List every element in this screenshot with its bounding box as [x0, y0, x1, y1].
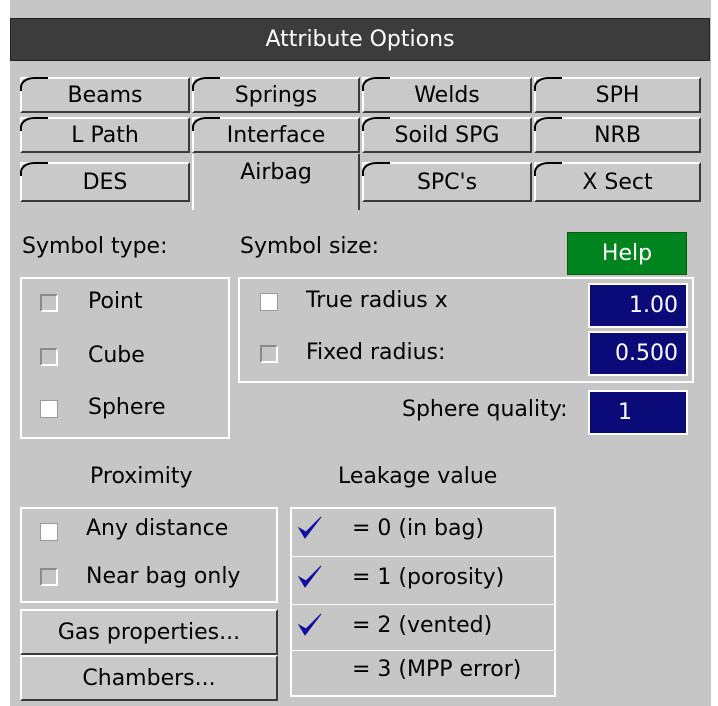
tab-welds[interactable]: Welds	[362, 77, 532, 113]
tab-label: Springs	[234, 82, 318, 108]
tab-soild-spg[interactable]: Soild SPG	[362, 117, 532, 153]
tab-des[interactable]: DES	[20, 162, 190, 202]
tab-fold-icon	[192, 117, 220, 131]
checkmark-icon	[297, 565, 322, 588]
tab-x-sect[interactable]: X Sect	[534, 162, 701, 202]
tab-label: X Sect	[582, 169, 653, 195]
tab-label: Soild SPG	[394, 122, 500, 148]
tab-label: Welds	[414, 82, 480, 108]
tab-fold-icon	[534, 162, 562, 176]
tab-airbag[interactable]: Airbag	[192, 154, 360, 210]
help-label: Help	[601, 241, 653, 266]
point-label: Point	[88, 289, 143, 314]
tab-fold-icon	[534, 117, 562, 131]
leakage-value-label: Leakage value	[338, 464, 498, 489]
help-button[interactable]: Help	[567, 232, 687, 275]
leakage-row-2[interactable]: = 2 (vented)	[292, 604, 556, 644]
leakage-item-label: = 2 (vented)	[352, 613, 493, 638]
tab-fold-icon	[362, 117, 390, 131]
panel-title: Attribute Options	[10, 18, 710, 61]
tab-beams[interactable]: Beams	[20, 77, 190, 113]
tab-fold-icon	[362, 162, 390, 176]
tab-fold-icon	[362, 77, 390, 91]
tab-sph[interactable]: SPH	[534, 77, 701, 113]
fixed-radius-input[interactable]: 0.500	[588, 331, 688, 376]
checkmark-icon	[297, 613, 322, 636]
leakage-row-0[interactable]: = 0 (in bag)	[292, 508, 556, 548]
fixed-radius-checkbox[interactable]	[260, 345, 278, 363]
point-checkbox[interactable]	[40, 294, 58, 312]
tab-nrb[interactable]: NRB	[534, 117, 701, 153]
tab-fold-icon	[20, 77, 48, 91]
fixed-radius-value: 0.500	[615, 341, 678, 366]
leakage-item-label: = 0 (in bag)	[352, 516, 485, 541]
true-radius-label: True radius x	[306, 288, 448, 313]
tab-label: SPH	[595, 82, 640, 108]
true-radius-value: 1.00	[629, 293, 678, 318]
tab-springs[interactable]: Springs	[192, 77, 360, 113]
leakage-item-label: = 1 (porosity)	[352, 565, 505, 590]
proximity-label: Proximity	[90, 464, 193, 489]
chambers-button[interactable]: Chambers...	[20, 655, 278, 701]
symbol-size-label: Symbol size:	[240, 234, 380, 259]
tab-label: Beams	[67, 82, 143, 108]
tab-l-path[interactable]: L Path	[20, 117, 190, 153]
tab-fold-icon	[534, 77, 562, 91]
tab-fold-icon	[20, 117, 48, 131]
any-distance-checkbox[interactable]	[40, 523, 58, 541]
tab-spcs[interactable]: SPC's	[362, 162, 532, 202]
tab-label: DES	[82, 169, 128, 195]
sphere-checkbox[interactable]	[40, 400, 58, 418]
cube-label: Cube	[88, 343, 145, 368]
true-radius-checkbox[interactable]	[260, 293, 278, 311]
tab-label: Airbag	[240, 160, 312, 185]
gas-properties-button[interactable]: Gas properties...	[20, 609, 278, 655]
true-radius-input[interactable]: 1.00	[588, 283, 688, 328]
panel-title-text: Attribute Options	[265, 27, 455, 52]
tab-label: NRB	[594, 122, 641, 148]
symbol-type-label: Symbol type:	[22, 234, 168, 259]
tab-label: Interface	[226, 122, 326, 148]
gas-properties-label: Gas properties...	[57, 619, 241, 645]
tab-fold-icon	[192, 77, 220, 91]
near-bag-only-label: Near bag only	[86, 564, 241, 589]
tab-fold-icon	[20, 162, 48, 176]
checkmark-icon	[297, 516, 322, 539]
sphere-quality-label: Sphere quality:	[402, 397, 568, 422]
chambers-label: Chambers...	[82, 665, 216, 691]
fixed-radius-label: Fixed radius:	[306, 340, 446, 365]
tab-label: SPC's	[416, 169, 478, 195]
near-bag-only-checkbox[interactable]	[40, 568, 58, 586]
sphere-label: Sphere	[88, 395, 166, 420]
cube-checkbox[interactable]	[40, 348, 58, 366]
sphere-quality-input[interactable]: 1	[588, 390, 688, 435]
tab-interface[interactable]: Interface	[192, 117, 360, 153]
any-distance-label: Any distance	[86, 516, 229, 541]
leakage-row-1[interactable]: = 1 (porosity)	[292, 556, 556, 596]
sphere-quality-value: 1	[618, 400, 632, 425]
leakage-item-label: = 3 (MPP error)	[352, 657, 522, 682]
leakage-row-3[interactable]: = 3 (MPP error)	[292, 650, 556, 690]
tab-label: L Path	[71, 122, 139, 148]
